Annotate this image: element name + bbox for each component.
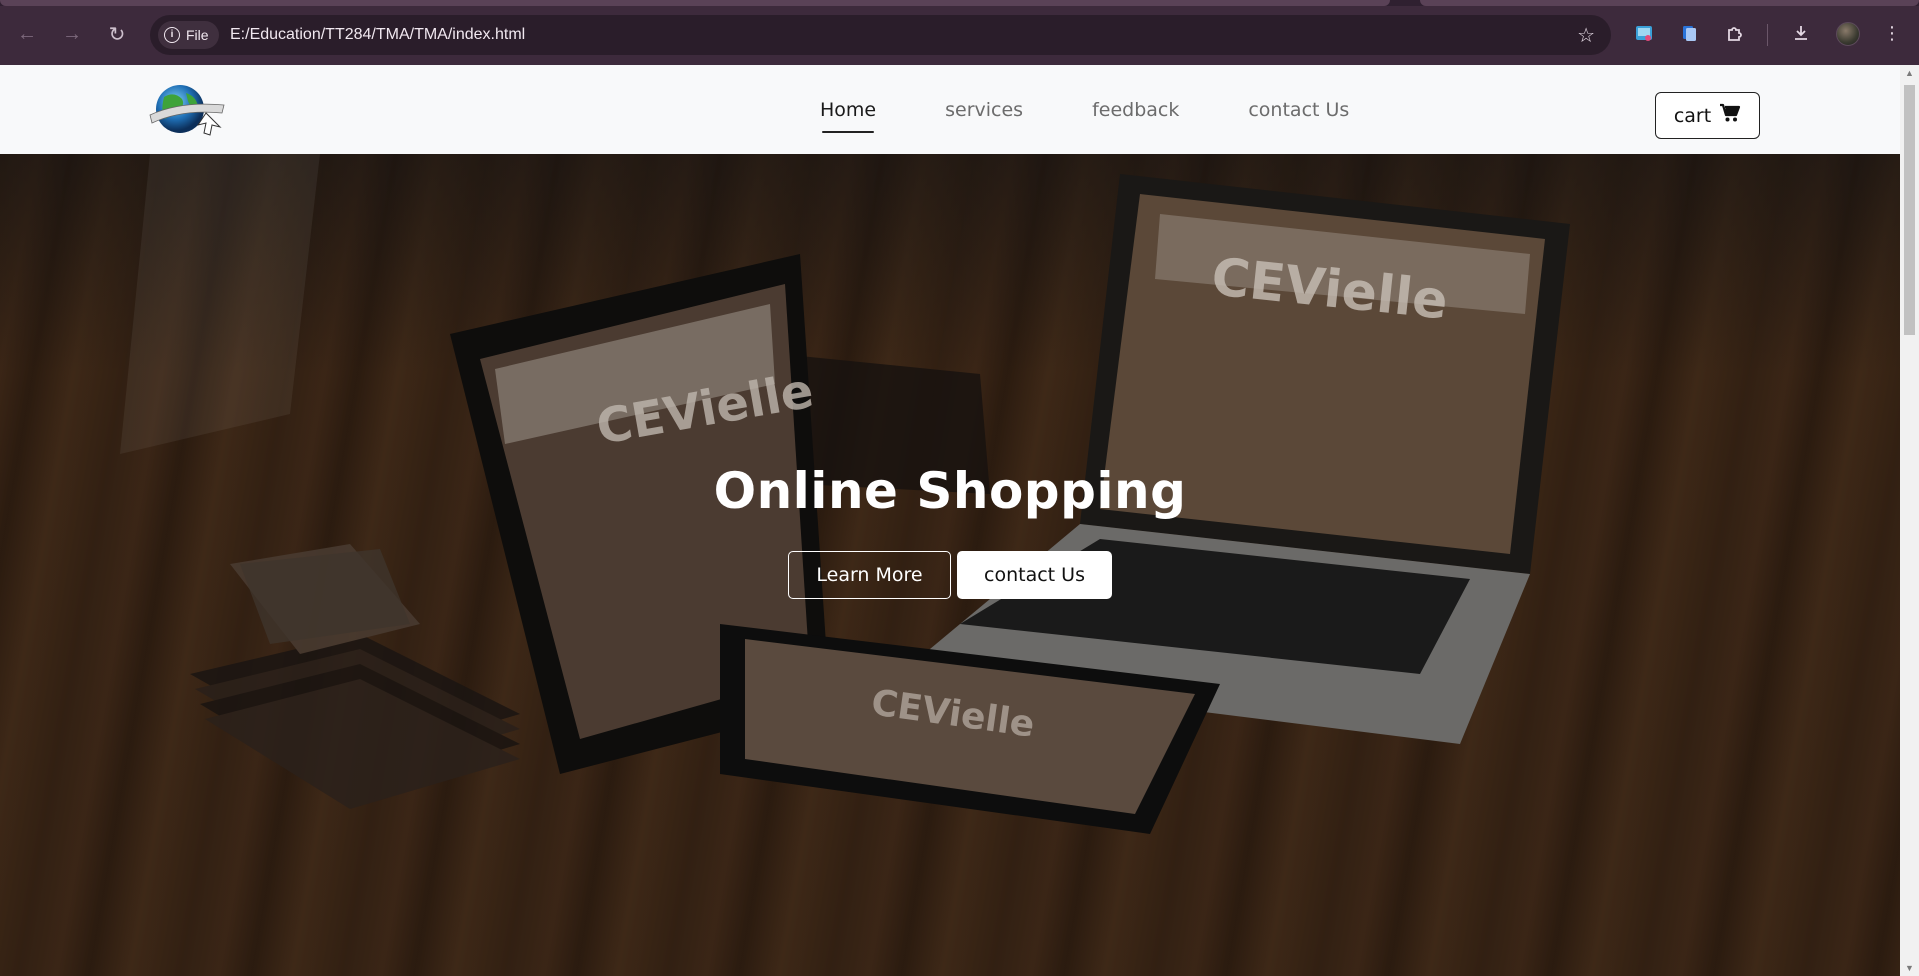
profile-avatar[interactable] xyxy=(1836,22,1860,46)
shopping-cart-icon xyxy=(1719,103,1741,128)
learn-more-button[interactable]: Learn More xyxy=(788,551,951,599)
extension-image-icon[interactable] xyxy=(1633,22,1655,44)
tab-edge[interactable] xyxy=(1420,0,1919,6)
page-scrollbar[interactable]: ▲ ▼ xyxy=(1900,65,1919,976)
address-bar[interactable]: i File E:/Education/TT284/TMA/TMA/index.… xyxy=(150,15,1611,55)
file-chip-label: File xyxy=(186,27,209,43)
nav-link-contact[interactable]: contact Us xyxy=(1248,65,1349,154)
active-tab-edge[interactable] xyxy=(0,0,1390,6)
browser-chrome: ← → ↻ i File E:/Education/TT284/TMA/TMA/… xyxy=(0,0,1919,65)
nav-link-home[interactable]: Home xyxy=(820,65,876,154)
back-icon[interactable]: ← xyxy=(13,20,41,48)
scroll-down-icon[interactable]: ▼ xyxy=(1904,963,1915,973)
info-icon: i xyxy=(164,27,180,43)
download-icon[interactable] xyxy=(1790,22,1812,44)
cart-button[interactable]: cart xyxy=(1655,92,1760,139)
extensions-puzzle-icon[interactable] xyxy=(1724,22,1746,44)
nav-link-services[interactable]: services xyxy=(945,65,1023,154)
site-navbar: Home services feedback contact Us cart xyxy=(0,65,1900,154)
scrollbar-thumb[interactable] xyxy=(1904,85,1915,335)
site-info-chip[interactable]: i File xyxy=(158,21,219,49)
toolbar-separator xyxy=(1767,24,1768,46)
forward-icon[interactable]: → xyxy=(58,20,86,48)
tab-strip xyxy=(0,0,1919,6)
nav-link-feedback[interactable]: feedback xyxy=(1092,65,1179,154)
extension-doc-icon[interactable] xyxy=(1678,22,1700,44)
reload-icon[interactable]: ↻ xyxy=(103,20,131,48)
site-logo[interactable] xyxy=(140,81,228,141)
hero-buttons: Learn More contact Us xyxy=(788,551,1112,599)
star-icon[interactable]: ☆ xyxy=(1577,23,1595,48)
scroll-up-icon[interactable]: ▲ xyxy=(1904,68,1915,78)
nav-links: Home services feedback contact Us xyxy=(820,65,1418,154)
page-viewport: Home services feedback contact Us cart C… xyxy=(0,65,1900,976)
menu-icon[interactable]: ⋮ xyxy=(1881,22,1903,44)
hero-title: Online Shopping xyxy=(713,462,1187,520)
url-text[interactable]: E:/Education/TT284/TMA/TMA/index.html xyxy=(230,26,525,44)
hero-section: CEVielle CEVielle CEVielle Online Shoppi… xyxy=(0,154,1900,976)
hero-contact-button[interactable]: contact Us xyxy=(957,551,1112,599)
cart-label: cart xyxy=(1673,104,1712,127)
